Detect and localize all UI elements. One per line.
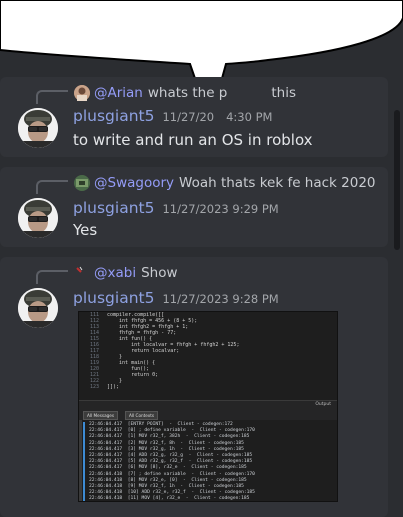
reply-avatar <box>74 265 90 281</box>
reply-text: whats the p <box>147 85 228 101</box>
timestamp-start: 11/27/20 <box>162 110 215 124</box>
scrollbar[interactable] <box>394 110 400 250</box>
image-attachment[interactable]: 111 compiler.compile([[112 int fhfgh = 45… <box>78 311 338 502</box>
reply-text-tail: this <box>271 85 297 101</box>
author-name[interactable]: plusgiant5 <box>73 107 154 125</box>
reply-mention[interactable]: @xabi <box>94 265 136 281</box>
timestamp[interactable]: 11/27/2023 9:29 PM <box>162 202 278 216</box>
message: @Arian whats the p this plusgiant5 11/27… <box>0 77 388 157</box>
reply-preview[interactable]: @Swagoory Woah thats kek fe hack 2020 <box>74 173 376 193</box>
avatar[interactable] <box>18 288 58 328</box>
output-tab-label: Output <box>315 402 331 407</box>
reply-preview[interactable]: @xabi Show <box>74 263 178 283</box>
log-line: 22:46:04.418 [11] MOV [4], r32_e - Clien… <box>89 496 250 502</box>
code-line: 123]]); <box>79 384 337 390</box>
reply-connector <box>36 270 68 284</box>
output-filter-bar: All Messages All Contexts <box>79 410 337 420</box>
message: @Swagoory Woah thats kek fe hack 2020 pl… <box>0 167 388 247</box>
line-number: 123 <box>89 384 99 390</box>
message-header: plusgiant5 11/27/2023 9:29 PM <box>73 199 279 217</box>
code-editor: 111 compiler.compile([[112 int fhfgh = 45… <box>79 312 337 400</box>
code-text: ]]); <box>107 384 120 390</box>
reply-connector <box>36 180 68 194</box>
author-name[interactable]: plusgiant5 <box>73 199 154 217</box>
output-panel-header: Output <box>79 400 337 410</box>
filter-messages-select: All Messages <box>83 411 119 420</box>
reply-mention[interactable]: @Swagoory <box>94 175 174 191</box>
reply-mention[interactable]: @Arian <box>94 85 143 101</box>
reply-preview[interactable]: @Arian whats the p this <box>74 83 296 103</box>
output-log: 22:46:04.417 [ENTRY POINT] - Client - co… <box>83 422 337 502</box>
message-header: plusgiant5 11/27/2023 9:28 PM <box>73 289 279 307</box>
message-header: plusgiant5 11/27/20 4:30 PM <box>73 107 272 125</box>
reply-text: Woah thats kek fe hack 2020 <box>179 175 376 191</box>
message-content: Yes <box>73 221 98 239</box>
timestamp[interactable]: 11/27/20 4:30 PM <box>162 110 272 124</box>
avatar[interactable] <box>18 198 58 238</box>
timestamp[interactable]: 11/27/2023 9:28 PM <box>162 292 278 306</box>
timestamp-tail: 4:30 PM <box>226 110 273 124</box>
avatar[interactable] <box>18 108 58 148</box>
author-name[interactable]: plusgiant5 <box>73 289 154 307</box>
filter-contexts-select: All Contexts <box>125 411 159 420</box>
reply-text: Show <box>141 265 178 281</box>
reply-connector <box>36 90 68 104</box>
message-content: to write and run an OS in roblox <box>73 131 313 149</box>
reply-avatar <box>74 175 90 191</box>
reply-avatar <box>74 85 90 101</box>
